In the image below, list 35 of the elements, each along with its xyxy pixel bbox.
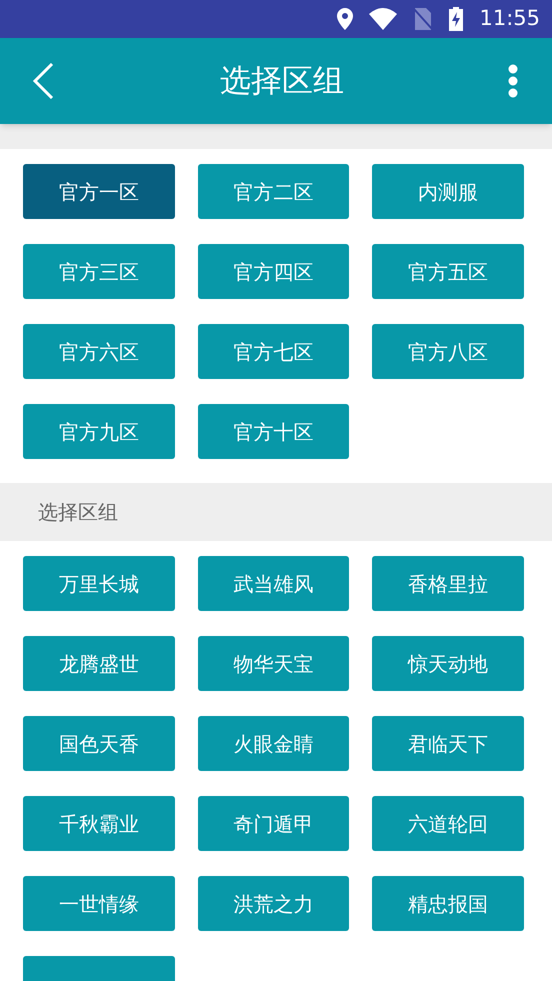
server-button[interactable]: 官方九区 xyxy=(23,404,175,459)
server-button[interactable]: 六道轮回 xyxy=(372,796,524,851)
server-button[interactable]: 官方七区 xyxy=(198,324,350,379)
server-button[interactable]: 精忠报国 xyxy=(372,876,524,931)
server-button[interactable]: 洪荒之力 xyxy=(198,876,350,931)
server-button[interactable]: 火眼金睛 xyxy=(198,716,350,771)
server-button[interactable]: 官方八区 xyxy=(372,324,524,379)
server-button[interactable]: 物华天宝 xyxy=(198,636,350,691)
wifi-icon xyxy=(369,8,398,30)
page-title: 选择区组 xyxy=(220,62,344,101)
location-icon xyxy=(337,8,354,30)
back-icon xyxy=(32,63,54,99)
server-button[interactable]: 官方六区 xyxy=(23,324,175,379)
server-button[interactable]: 官方一区 xyxy=(23,164,175,219)
server-button[interactable]: 武当雄风 xyxy=(198,556,350,611)
server-button[interactable]: 内测服 xyxy=(372,164,524,219)
battery-charging-icon xyxy=(449,7,464,31)
no-sim-icon xyxy=(413,8,434,30)
server-button[interactable]: 官方十区 xyxy=(198,404,350,459)
server-button[interactable]: 万里长城 xyxy=(23,556,175,611)
server-button[interactable]: 官方五区 xyxy=(372,244,524,299)
server-button[interactable]: 惊天动地 xyxy=(372,636,524,691)
server-button[interactable]: 官方四区 xyxy=(198,244,350,299)
more-icon xyxy=(508,64,518,98)
server-button[interactable]: 一世情缘 xyxy=(23,876,175,931)
status-time: 11:55 xyxy=(479,5,540,32)
server-button[interactable]: 官方二区 xyxy=(198,164,350,219)
server-button[interactable]: 龙腾盛世 xyxy=(23,636,175,691)
server-button[interactable]: 千秋霸业 xyxy=(23,796,175,851)
section-header: 选择区组 xyxy=(0,483,552,541)
server-button[interactable]: 国色天香 xyxy=(23,716,175,771)
server-button[interactable]: 奇门遁甲 xyxy=(198,796,350,851)
server-button[interactable]: 香格里拉 xyxy=(372,556,524,611)
server-button[interactable]: 官方三区 xyxy=(23,244,175,299)
server-button[interactable]: 君临天下 xyxy=(372,716,524,771)
